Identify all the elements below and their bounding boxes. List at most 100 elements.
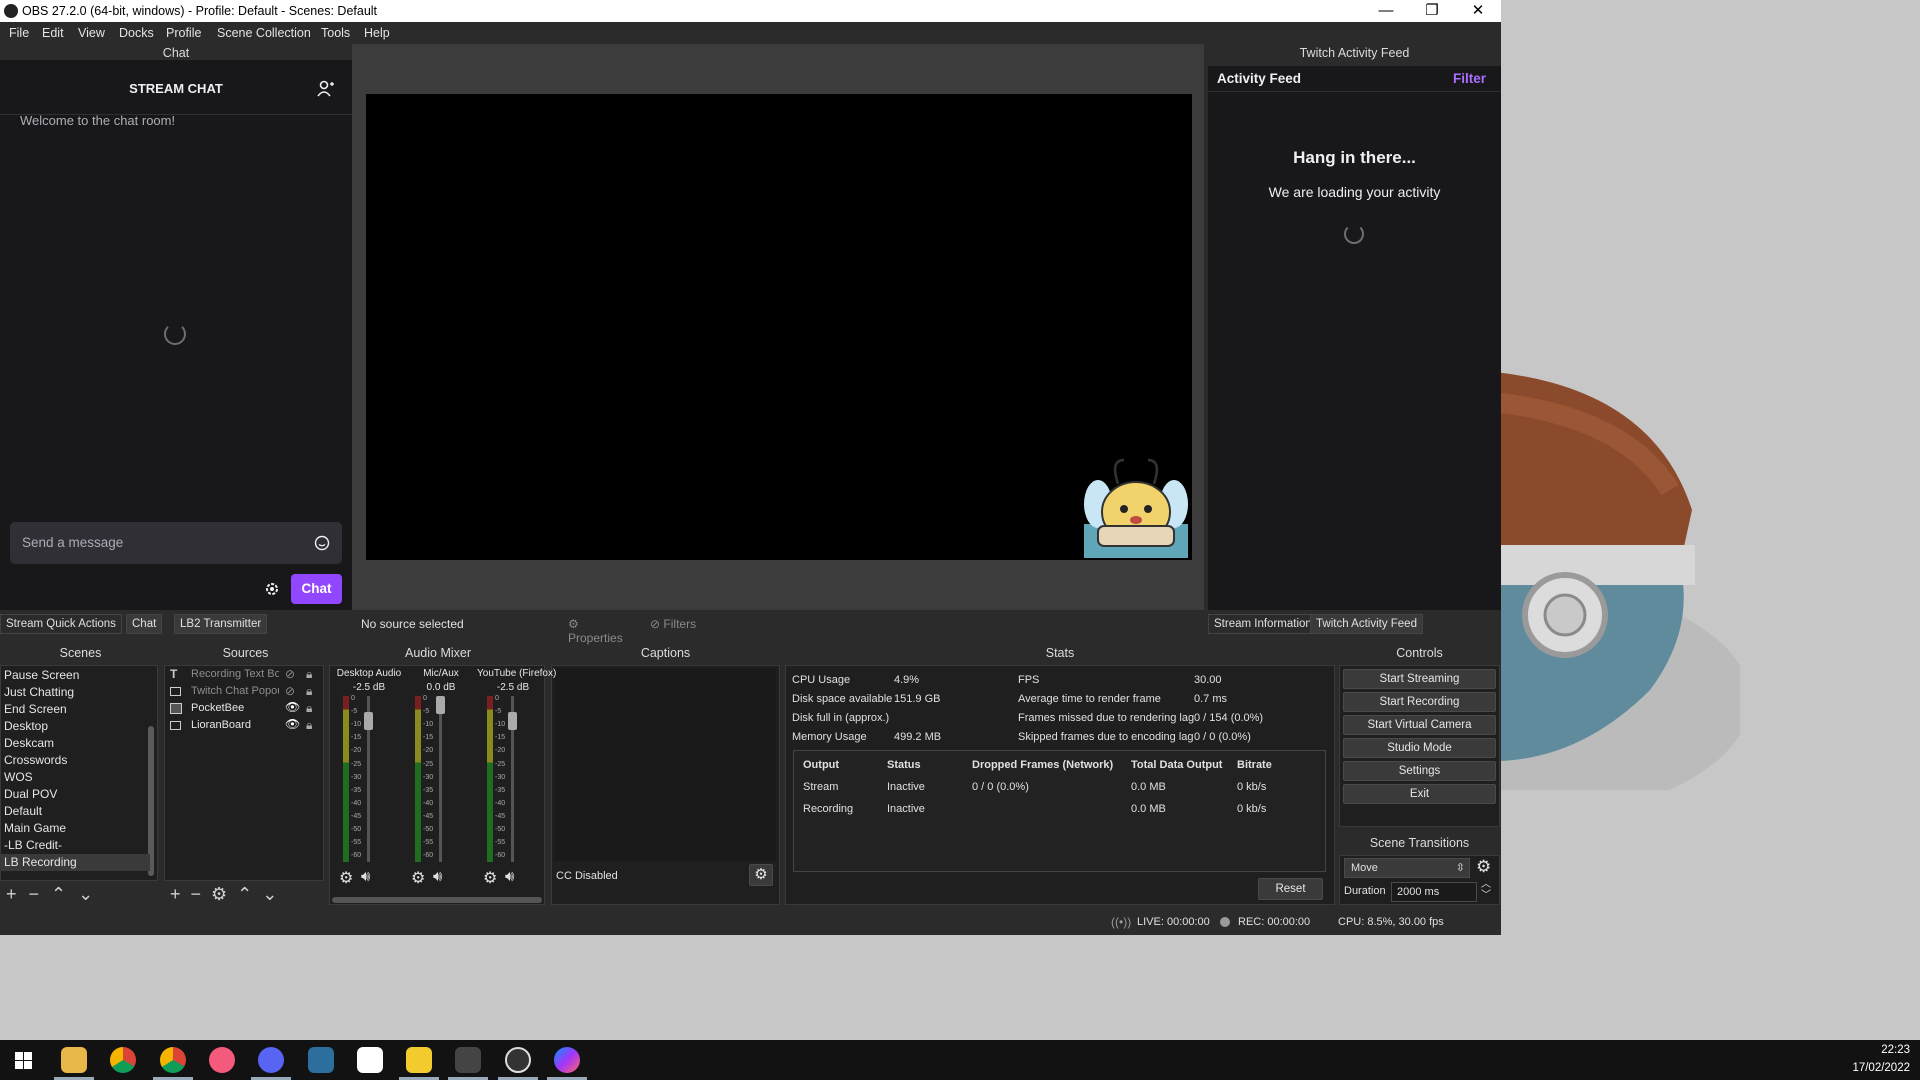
scene-item[interactable]: -LB Credit-: [4, 837, 62, 854]
mixer-settings-gear-icon[interactable]: ⚙: [339, 868, 353, 888]
lock-icon[interactable]: 🔒︎: [306, 667, 312, 682]
add-source-icon[interactable]: +: [170, 884, 191, 904]
menu-file[interactable]: File: [9, 26, 29, 40]
menu-help[interactable]: Help: [364, 26, 390, 40]
speaker-icon[interactable]: 🔊︎: [361, 868, 370, 885]
menu-view[interactable]: View: [78, 26, 105, 40]
stat-value: 4.9%: [894, 674, 920, 686]
chat-message-input[interactable]: Send a message: [10, 522, 342, 564]
itunes-icon[interactable]: [209, 1047, 235, 1073]
move-up-icon[interactable]: ⌃: [51, 884, 78, 904]
remove-scene-icon[interactable]: −: [29, 884, 52, 904]
calculator-icon[interactable]: [308, 1047, 334, 1073]
menu-docks[interactable]: Docks: [119, 26, 154, 40]
scene-item[interactable]: Dual POV: [4, 786, 57, 803]
duration-stepper-icon[interactable]: ︿ ﹀: [1481, 879, 1491, 901]
taskbar-clock-time[interactable]: 22:23: [1840, 1044, 1910, 1056]
tab-chat[interactable]: Chat: [126, 614, 163, 634]
mixer-fader-handle[interactable]: [508, 712, 517, 730]
close-button[interactable]: ✕: [1455, 0, 1501, 22]
chat-send-button[interactable]: Chat: [291, 574, 342, 604]
tab-twitch-activity-feed[interactable]: Twitch Activity Feed: [1310, 614, 1423, 634]
taskbar-clock-date[interactable]: 17/02/2022: [1840, 1062, 1910, 1074]
transition-select[interactable]: Move ⇳: [1344, 858, 1470, 878]
scene-item[interactable]: Default: [4, 803, 42, 820]
move-down-icon[interactable]: ⌄: [78, 884, 105, 904]
stats-reset-button[interactable]: Reset: [1258, 878, 1323, 900]
mixer-fader-handle[interactable]: [436, 696, 445, 714]
properties-button[interactable]: ⚙ Properties: [566, 614, 636, 645]
source-row[interactable]: PocketBee 👁︎ 🔒︎: [170, 700, 320, 717]
scene-item[interactable]: WOS: [4, 769, 33, 786]
menu-edit[interactable]: Edit: [42, 26, 64, 40]
source-properties-gear-icon[interactable]: ⚙: [211, 884, 237, 904]
activity-filter-button[interactable]: Filter: [1453, 71, 1486, 86]
chat-dock-title: Chat: [162, 46, 190, 60]
title-bar[interactable]: OBS 27.2.0 (64-bit, windows) - Profile: …: [0, 0, 1501, 22]
control-button-start-streaming[interactable]: Start Streaming: [1343, 669, 1496, 689]
captions-settings-gear-icon[interactable]: ⚙: [749, 864, 773, 886]
duration-spinbox[interactable]: 2000 ms: [1391, 882, 1477, 902]
hidden-eye-icon[interactable]: ⊘: [285, 667, 295, 681]
scene-item[interactable]: Desktop: [4, 718, 48, 735]
scene-item[interactable]: Crosswords: [4, 752, 67, 769]
tab-stream-quick-actions[interactable]: Stream Quick Actions: [0, 614, 122, 634]
chat-settings-gear-icon[interactable]: [263, 580, 281, 598]
control-button-studio-mode[interactable]: Studio Mode: [1343, 738, 1496, 758]
filters-button[interactable]: ⊘ Filters: [648, 614, 708, 634]
mixer-settings-gear-icon[interactable]: ⚙: [411, 868, 425, 888]
file-explorer-icon[interactable]: [61, 1047, 87, 1073]
menu-tools[interactable]: Tools: [321, 26, 350, 40]
menu-profile[interactable]: Profile: [166, 26, 201, 40]
emote-picker-icon[interactable]: [314, 535, 330, 551]
visible-eye-icon[interactable]: 👁︎: [285, 717, 300, 731]
stat-value: 151.9 GB: [894, 693, 941, 705]
control-button-start-recording[interactable]: Start Recording: [1343, 692, 1496, 712]
windows-start-icon[interactable]: [15, 1052, 32, 1069]
source-row[interactable]: LioranBoard 👁︎ 🔒︎: [170, 717, 320, 734]
lioranboard-icon[interactable]: [357, 1047, 383, 1073]
scene-item[interactable]: Main Game: [4, 820, 66, 837]
visible-eye-icon[interactable]: 👁︎: [285, 700, 300, 714]
control-button-start-virtual-camera[interactable]: Start Virtual Camera: [1343, 715, 1496, 735]
messenger-icon[interactable]: [554, 1047, 580, 1073]
scene-item[interactable]: LB Recording: [0, 854, 150, 871]
scene-item[interactable]: Deskcam: [4, 735, 54, 752]
scene-item[interactable]: Just Chatting: [4, 684, 74, 701]
chrome-icon[interactable]: [110, 1047, 136, 1073]
discord-icon[interactable]: [258, 1047, 284, 1073]
tab-stream-information[interactable]: Stream Information: [1208, 614, 1318, 634]
control-button-settings[interactable]: Settings: [1343, 761, 1496, 781]
mixer-fader-track[interactable]: [439, 696, 442, 862]
task-manager-icon[interactable]: [455, 1047, 481, 1073]
add-scene-icon[interactable]: +: [6, 884, 29, 904]
maximize-button[interactable]: ❐: [1409, 0, 1455, 22]
transition-settings-gear-icon[interactable]: ⚙: [1476, 857, 1491, 877]
scene-item[interactable]: End Screen: [4, 701, 67, 718]
lock-icon[interactable]: 🔒︎: [306, 718, 312, 733]
sticky-notes-icon[interactable]: [406, 1047, 432, 1073]
lock-icon[interactable]: 🔒︎: [306, 701, 312, 716]
control-button-exit[interactable]: Exit: [1343, 784, 1496, 804]
users-icon[interactable]: [317, 80, 335, 98]
preview-canvas[interactable]: [366, 94, 1192, 560]
source-row[interactable]: Twitch Chat Popou ⊘ 🔒︎: [170, 684, 320, 700]
mixer-settings-gear-icon[interactable]: ⚙: [483, 868, 497, 888]
output-table-header: Status: [887, 759, 921, 771]
hidden-eye-icon[interactable]: ⊘: [285, 684, 295, 698]
move-up-icon[interactable]: ⌃: [237, 884, 262, 904]
chrome-profile-icon[interactable]: [160, 1047, 186, 1073]
minimize-button[interactable]: —: [1363, 0, 1409, 22]
menu-scene-collection[interactable]: Scene Collection: [217, 26, 311, 40]
mixer-fader-handle[interactable]: [364, 712, 373, 730]
move-down-icon[interactable]: ⌄: [262, 884, 287, 904]
scene-item[interactable]: Pause Screen: [4, 667, 79, 684]
speaker-icon[interactable]: 🔊︎: [505, 868, 514, 885]
speaker-icon[interactable]: 🔊︎: [433, 868, 442, 885]
obs-taskbar-icon[interactable]: [505, 1047, 531, 1073]
source-row[interactable]: T Recording Text Bo ⊘ 🔒︎: [170, 667, 320, 683]
mixer-scrollbar[interactable]: [332, 897, 542, 903]
lock-icon[interactable]: 🔒︎: [306, 684, 312, 699]
remove-source-icon[interactable]: −: [191, 884, 212, 904]
tab-lb2-transmitter[interactable]: LB2 Transmitter: [174, 614, 268, 634]
